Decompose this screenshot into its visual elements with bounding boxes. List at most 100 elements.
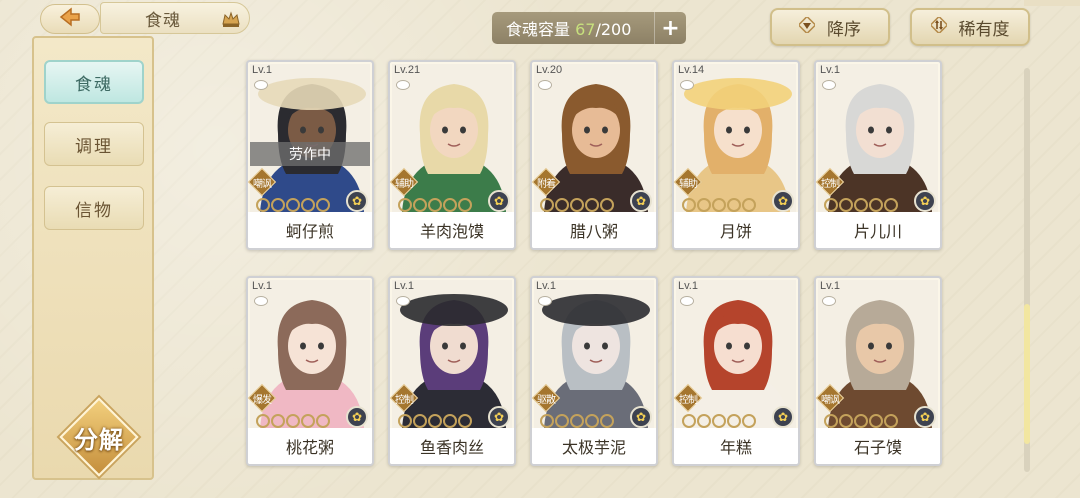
star-icon [555, 414, 569, 428]
star-icon [585, 198, 599, 212]
star-icon [398, 198, 412, 212]
sort-arrows-icon [928, 15, 949, 37]
food-soul-card[interactable]: Lv.1 控制 ✿ 片儿川 [814, 60, 942, 250]
food-soul-card[interactable]: Lv.20 附着 ✿ 腊八粥 [530, 60, 658, 250]
card-name: 鱼香肉丝 [390, 428, 514, 464]
food-soul-card[interactable]: Lv.1 控制 ✿ 鱼香肉丝 [388, 276, 516, 466]
card-name: 腊八粥 [532, 212, 656, 248]
role-badge: 控制 [390, 383, 419, 413]
star-icon [600, 198, 614, 212]
sidebar-item-label: 信物 [75, 200, 113, 221]
favorite-toggle-icon[interactable] [680, 296, 694, 306]
favorite-toggle-icon[interactable] [254, 80, 268, 90]
star-icon [839, 414, 853, 428]
favorite-toggle-icon[interactable] [254, 296, 268, 306]
star-icon [271, 198, 285, 212]
favorite-toggle-icon[interactable] [538, 296, 552, 306]
favorite-toggle-icon[interactable] [822, 296, 836, 306]
add-capacity-button[interactable]: + [654, 12, 686, 44]
flower-icon: ✿ [346, 190, 368, 212]
star-rating [256, 198, 330, 212]
card-level: Lv.1 [252, 64, 272, 76]
flower-icon: ✿ [772, 190, 794, 212]
page-tab-label: 食魂 [145, 10, 181, 31]
back-arrow-icon [57, 7, 83, 31]
star-icon [600, 414, 614, 428]
role-badge: 驱散 [532, 383, 561, 413]
capacity-label: 食魂容量 [506, 20, 571, 39]
scrollbar[interactable] [1024, 68, 1030, 472]
sidebar-item-food-souls[interactable]: 食魂 [44, 60, 144, 104]
card-name: 年糕 [674, 428, 798, 464]
star-icon [727, 198, 741, 212]
star-icon [540, 198, 554, 212]
card-level: Lv.1 [536, 280, 556, 292]
sidebar-item-tokens[interactable]: 信物 [44, 186, 144, 230]
food-soul-card[interactable]: Lv.1 控制 ✿ 年糕 [672, 276, 800, 466]
card-level: Lv.21 [394, 64, 421, 76]
favorite-toggle-icon[interactable] [680, 80, 694, 90]
star-icon [570, 414, 584, 428]
triangle-down-icon [797, 15, 817, 37]
card-level: Lv.14 [678, 64, 705, 76]
sort-rarity-button[interactable]: 稀有度 [910, 8, 1030, 46]
food-soul-card[interactable]: Lv.1 嘲讽 ✿ 石子馍 [814, 276, 942, 466]
role-badge: 爆发 [248, 383, 277, 413]
food-soul-card[interactable]: Lv.14 辅助 ✿ 月饼 [672, 60, 800, 250]
star-icon [869, 198, 883, 212]
star-rating [256, 414, 330, 428]
card-level: Lv.1 [820, 280, 840, 292]
star-icon [286, 414, 300, 428]
working-status: 劳作中 [250, 142, 370, 166]
star-icon [869, 414, 883, 428]
favorite-toggle-icon[interactable] [396, 80, 410, 90]
role-badge: 嘲讽 [816, 383, 845, 413]
favorite-toggle-icon[interactable] [538, 80, 552, 90]
favorite-toggle-icon[interactable] [822, 80, 836, 90]
sort-order-button[interactable]: 降序 [770, 8, 890, 46]
back-button[interactable] [40, 4, 100, 34]
sidebar-item-cooking[interactable]: 调理 [44, 122, 144, 166]
food-soul-card[interactable]: Lv.21 辅助 ✿ 羊肉泡馍 [388, 60, 516, 250]
role-badge: 嘲讽 [248, 167, 277, 197]
role-badge: 控制 [674, 383, 703, 413]
flower-icon: ✿ [630, 190, 652, 212]
role-badge: 辅助 [390, 167, 419, 197]
star-icon [428, 414, 442, 428]
role-label: 辅助 [679, 178, 698, 190]
crown-icon [221, 9, 241, 29]
star-icon [301, 198, 315, 212]
sidebar-item-label: 调理 [75, 136, 113, 157]
decompose-button[interactable]: 分解 [44, 397, 154, 477]
flower-icon: ✿ [772, 406, 794, 428]
star-rating [682, 198, 756, 212]
role-label: 嘲讽 [253, 178, 272, 190]
card-name: 羊肉泡馍 [390, 212, 514, 248]
flower-icon: ✿ [488, 190, 510, 212]
card-level: Lv.1 [394, 280, 414, 292]
star-icon [443, 198, 457, 212]
card-name: 太极芋泥 [532, 428, 656, 464]
card-level: Lv.1 [252, 280, 272, 292]
role-label: 爆发 [253, 394, 272, 406]
food-soul-card[interactable]: Lv.1 驱散 ✿ 太极芋泥 [530, 276, 658, 466]
flower-icon: ✿ [630, 406, 652, 428]
card-name: 蚵仔煎 [248, 212, 372, 248]
scrollbar-thumb[interactable] [1024, 304, 1030, 444]
star-icon [301, 414, 315, 428]
star-icon [458, 414, 472, 428]
flower-icon: ✿ [488, 406, 510, 428]
role-label: 辅助 [395, 178, 414, 190]
star-icon [286, 198, 300, 212]
food-soul-card[interactable]: Lv.1 劳作中 嘲讽 ✿ 蚵仔煎 [246, 60, 374, 250]
capacity-max: /200 [595, 20, 632, 39]
page-tab: 食魂 [100, 2, 250, 34]
star-icon [458, 198, 472, 212]
star-rating [682, 414, 756, 428]
star-rating [540, 414, 614, 428]
flower-icon: ✿ [914, 406, 936, 428]
star-icon [555, 198, 569, 212]
food-soul-card[interactable]: Lv.1 爆发 ✿ 桃花粥 [246, 276, 374, 466]
card-level: Lv.1 [820, 64, 840, 76]
favorite-toggle-icon[interactable] [396, 296, 410, 306]
